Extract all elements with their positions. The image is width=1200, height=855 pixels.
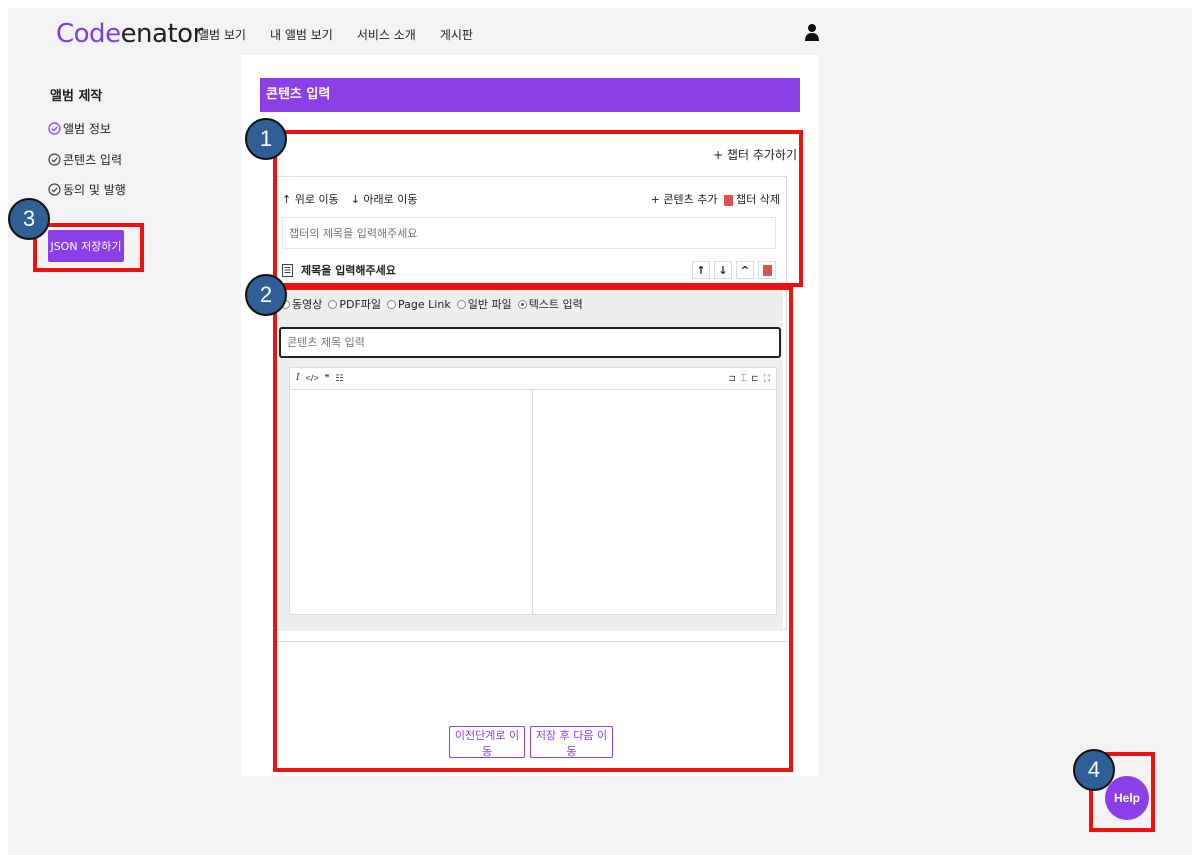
annotation-badge-1: 1 [245, 118, 287, 160]
sidebar-title: 앨범 제작 [50, 89, 103, 104]
nav-service-intro[interactable]: 서비스 소개 [357, 26, 416, 43]
sidebar-step-consent-publish[interactable]: 동의 및 발행 [48, 181, 126, 198]
sidebar-step-label: 앨범 정보 [63, 122, 111, 136]
logo-text-accent: Code [56, 19, 121, 49]
logo[interactable]: Codeenator [56, 20, 203, 48]
user-icon[interactable] [805, 23, 819, 41]
annotation-badge-3: 3 [8, 198, 50, 240]
highlight-box-3 [33, 223, 144, 272]
sidebar-step-label: 콘텐츠 입력 [63, 153, 123, 167]
highlight-box-2 [273, 286, 793, 772]
annotation-badge-2: 2 [245, 274, 287, 316]
nav-board[interactable]: 게시판 [440, 26, 473, 43]
logo-text: enator [120, 19, 204, 49]
nav-album-view[interactable]: 앨범 보기 [198, 26, 246, 43]
header: Codeenator 앨범 보기 내 앨범 보기 서비스 소개 게시판 [8, 8, 1192, 56]
top-nav: 앨범 보기 내 앨범 보기 서비스 소개 게시판 [198, 26, 473, 43]
check-circle-icon [48, 183, 61, 196]
sidebar-step-content-input[interactable]: 콘텐츠 입력 [48, 151, 122, 168]
highlight-box-1 [273, 130, 803, 287]
check-circle-icon [48, 153, 61, 166]
sidebar-step-album-info[interactable]: 앨범 정보 [48, 120, 111, 137]
check-circle-icon [48, 122, 61, 135]
nav-my-album[interactable]: 내 앨범 보기 [270, 26, 333, 43]
sidebar-step-label: 동의 및 발행 [63, 183, 126, 197]
annotation-badge-4: 4 [1073, 749, 1115, 791]
page-title: 콘텐츠 입력 [260, 78, 800, 112]
